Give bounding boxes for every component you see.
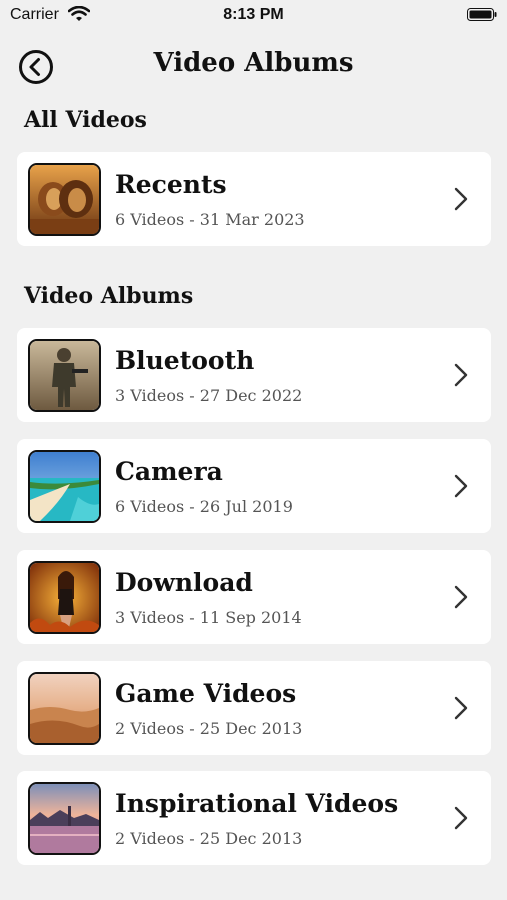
album-thumbnail: [28, 339, 101, 412]
album-card-game-videos[interactable]: Game Videos 2 Videos - 25 Dec 2013: [17, 661, 491, 755]
album-title: Bluetooth: [115, 346, 255, 375]
album-subtitle: 2 Videos - 25 Dec 2013: [115, 829, 303, 848]
album-title: Camera: [115, 457, 223, 486]
chevron-right-icon: [454, 585, 468, 609]
status-bar: Carrier 8:13 PM: [0, 0, 507, 32]
album-subtitle: 2 Videos - 25 Dec 2013: [115, 719, 303, 738]
nav-bar: Video Albums: [0, 40, 507, 90]
album-subtitle: 3 Videos - 11 Sep 2014: [115, 608, 302, 627]
status-time: 8:13 PM: [223, 6, 284, 23]
album-thumbnail: [28, 163, 101, 236]
album-title: Inspirational Videos: [115, 789, 399, 818]
battery-icon: [467, 8, 497, 21]
album-title: Download: [115, 568, 253, 597]
album-thumbnail: [28, 672, 101, 745]
album-thumbnail: [28, 450, 101, 523]
album-thumbnail: [28, 782, 101, 855]
chevron-right-icon: [454, 696, 468, 720]
album-thumbnail: [28, 561, 101, 634]
chevron-right-icon: [454, 806, 468, 830]
album-subtitle: 6 Videos - 31 Mar 2023: [115, 210, 305, 229]
album-subtitle: 6 Videos - 26 Jul 2019: [115, 497, 293, 516]
album-card-recents[interactable]: Recents 6 Videos - 31 Mar 2023: [17, 152, 491, 246]
album-card-inspirational-videos[interactable]: Inspirational Videos 2 Videos - 25 Dec 2…: [17, 771, 491, 865]
album-card-download[interactable]: Download 3 Videos - 11 Sep 2014: [17, 550, 491, 644]
chevron-right-icon: [454, 187, 468, 211]
album-title: Game Videos: [115, 679, 297, 708]
section-heading-all-videos: All Videos: [24, 107, 147, 133]
chevron-right-icon: [454, 474, 468, 498]
section-heading-video-albums: Video Albums: [24, 283, 194, 309]
page-title: Video Albums: [153, 48, 354, 78]
chevron-right-icon: [454, 363, 468, 387]
album-card-camera[interactable]: Camera 6 Videos - 26 Jul 2019: [17, 439, 491, 533]
album-card-bluetooth[interactable]: Bluetooth 3 Videos - 27 Dec 2022: [17, 328, 491, 422]
album-title: Recents: [115, 170, 227, 199]
album-subtitle: 3 Videos - 27 Dec 2022: [115, 386, 303, 405]
